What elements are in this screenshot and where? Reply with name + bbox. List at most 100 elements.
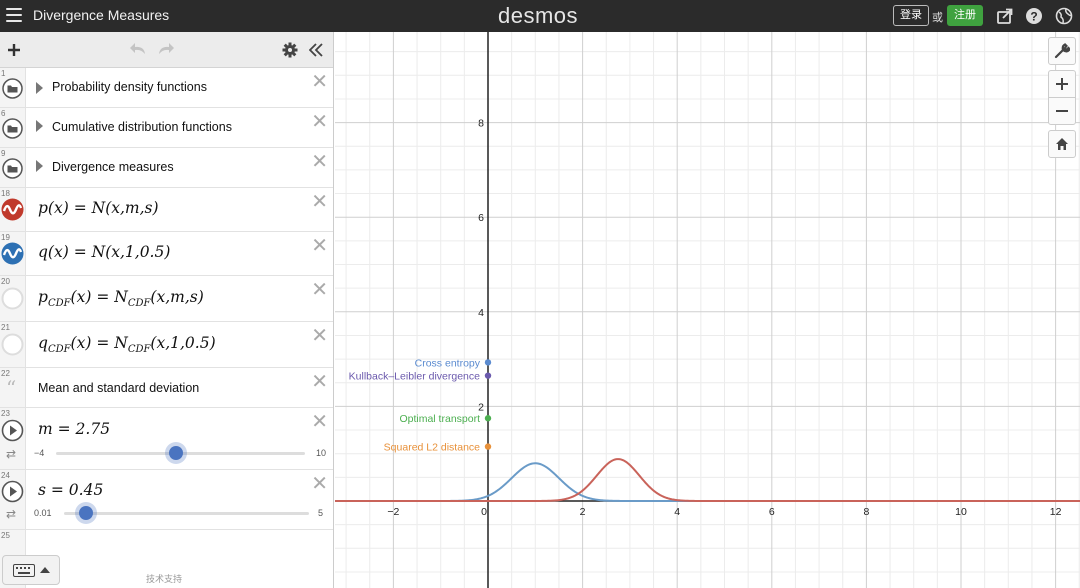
formula-fn: N (114, 288, 128, 306)
globe-icon[interactable] (1055, 7, 1073, 25)
graph-title[interactable]: Divergence Measures (33, 7, 169, 23)
expression-number: 23 (1, 409, 10, 418)
keyboard-toggle-button[interactable] (2, 555, 60, 585)
delete-expression-icon[interactable]: ✕ (311, 152, 328, 172)
loop-icon[interactable]: ⇄ (6, 507, 16, 521)
login-button[interactable]: 登录 (893, 5, 929, 26)
hidden-curve-icon[interactable] (1, 333, 24, 356)
slider-knob[interactable] (169, 446, 184, 460)
slider-value-m[interactable]: m = 2.75 (38, 420, 110, 438)
undo-icon[interactable] (129, 42, 147, 56)
loop-icon[interactable]: ⇄ (6, 447, 16, 461)
zoom-out-button[interactable] (1048, 97, 1076, 125)
expand-triangle-icon[interactable] (36, 82, 43, 94)
y-tick-label: 2 (478, 401, 484, 413)
expression-q-cdf[interactable]: 21 qCDF(x) = NCDF(x,1,0.5) ✕ (0, 322, 333, 368)
expression-number: 9 (1, 149, 6, 158)
expression-q[interactable]: 19 q(x) = N(x,1,0.5) ✕ (0, 232, 333, 276)
x-tick-label: 12 (1050, 506, 1062, 518)
minor-gridlines (335, 32, 1080, 588)
menu-icon[interactable] (6, 8, 22, 22)
slider-max[interactable]: 5 (318, 508, 323, 518)
delete-expression-icon[interactable]: ✕ (311, 72, 328, 92)
folder-icon[interactable] (2, 118, 23, 139)
folder-label: Cumulative distribution functions (52, 120, 232, 134)
help-icon[interactable]: ? (1025, 7, 1043, 25)
graph-canvas[interactable]: −2 0 2 4 6 8 10 12 2 4 6 8 Cross entropy Kullback–Le… (335, 32, 1080, 588)
blue-curve-color-icon[interactable] (1, 242, 24, 265)
default-viewport-button[interactable] (1048, 130, 1076, 158)
delete-expression-icon[interactable]: ✕ (311, 412, 328, 432)
share-icon[interactable] (996, 7, 1014, 25)
settings-gear-icon[interactable] (282, 42, 298, 58)
expression-slider-s[interactable]: 24 ⇄ s = 0.45 0.01 5 ✕ (0, 470, 333, 530)
hidden-curve-icon[interactable] (1, 287, 24, 310)
curve-q (335, 462, 1080, 502)
expression-number: 18 (1, 189, 10, 198)
expression-formula-q: q(x) = N(x,1,0.5) (38, 243, 170, 261)
expression-note[interactable]: 22 “ Mean and standard deviation ✕ (0, 368, 333, 408)
expression-p[interactable]: 18 p(x) = N(x,m,s) ✕ (0, 188, 333, 232)
expression-p-cdf[interactable]: 20 pCDF(x) = NCDF(x,m,s) ✕ (0, 276, 333, 322)
point-label: Optimal transport (399, 413, 480, 425)
point-label: Squared L2 distance (384, 442, 480, 454)
slider-value-s[interactable]: s = 0.45 (38, 481, 103, 499)
folder-label: Divergence measures (52, 160, 174, 174)
quote-icon: “ (6, 376, 17, 400)
delete-expression-icon[interactable]: ✕ (311, 112, 328, 132)
expression-number: 1 (1, 69, 6, 78)
delete-expression-icon[interactable]: ✕ (311, 280, 328, 300)
desmos-logo: desmos (498, 3, 579, 28)
expression-number: 24 (1, 471, 10, 480)
expression-number: 20 (1, 277, 10, 286)
major-gridlines (335, 32, 1080, 588)
or-text: 或 (932, 12, 943, 24)
expression-toolbar (0, 32, 333, 68)
collapse-panel-icon[interactable] (309, 43, 323, 57)
folder-icon[interactable] (2, 78, 23, 99)
formula-subscript: CDF (47, 344, 71, 356)
y-tick-label: 8 (478, 118, 484, 130)
delete-expression-icon[interactable]: ✕ (311, 474, 328, 494)
play-icon[interactable] (1, 480, 24, 503)
expression-folder-divergence[interactable]: 9 Divergence measures ✕ (0, 148, 333, 188)
add-expression-icon[interactable] (7, 43, 21, 57)
redo-icon[interactable] (157, 42, 175, 56)
formula-rhs: N(x,m,s) (91, 199, 159, 217)
home-icon (1056, 138, 1068, 150)
signup-button[interactable]: 注册 (947, 5, 983, 26)
zoom-in-button[interactable] (1048, 70, 1076, 98)
graph-settings-button[interactable] (1048, 37, 1076, 65)
equals-sign: = (73, 199, 92, 217)
expression-number: 19 (1, 233, 10, 242)
graph-area[interactable]: −2 0 2 4 6 8 10 12 2 4 6 8 Cross entropy Kullback–Le… (335, 32, 1080, 588)
slider-knob[interactable] (78, 506, 93, 520)
red-curve-color-icon[interactable] (1, 198, 24, 221)
formula-var: q (38, 334, 48, 352)
slider-min[interactable]: 0.01 (34, 508, 52, 518)
delete-expression-icon[interactable]: ✕ (311, 326, 328, 346)
x-tick-label: 6 (769, 506, 775, 518)
delete-expression-icon[interactable]: ✕ (311, 236, 328, 256)
expression-folder-pdf[interactable]: 1 Probability density functions ✕ (0, 68, 333, 108)
expand-triangle-icon[interactable] (36, 120, 43, 132)
point-dot (484, 443, 492, 450)
point-dot (484, 359, 492, 366)
play-icon[interactable] (1, 419, 24, 442)
point-label: Kullback–Leibler divergence (349, 371, 480, 383)
folder-icon[interactable] (2, 158, 23, 179)
slider-max[interactable]: 10 (316, 448, 326, 458)
expression-number: 21 (1, 323, 10, 332)
curve-p (335, 458, 1080, 502)
formula-fn: N (114, 334, 128, 352)
expand-triangle-icon[interactable] (36, 160, 43, 172)
slider-min[interactable]: −4 (34, 448, 44, 458)
top-bar: Divergence Measures desmos 登录 或 注册 ? (0, 0, 1080, 32)
expression-slider-m[interactable]: 23 ⇄ m = 2.75 −4 10 ✕ (0, 408, 333, 470)
delete-expression-icon[interactable]: ✕ (311, 192, 328, 212)
expression-folder-cdf[interactable]: 6 Cumulative distribution functions ✕ (0, 108, 333, 148)
formula-subscript: CDF (127, 298, 151, 310)
expression-number: 25 (1, 531, 10, 540)
slider-track[interactable] (64, 512, 309, 515)
delete-expression-icon[interactable]: ✕ (311, 372, 328, 392)
